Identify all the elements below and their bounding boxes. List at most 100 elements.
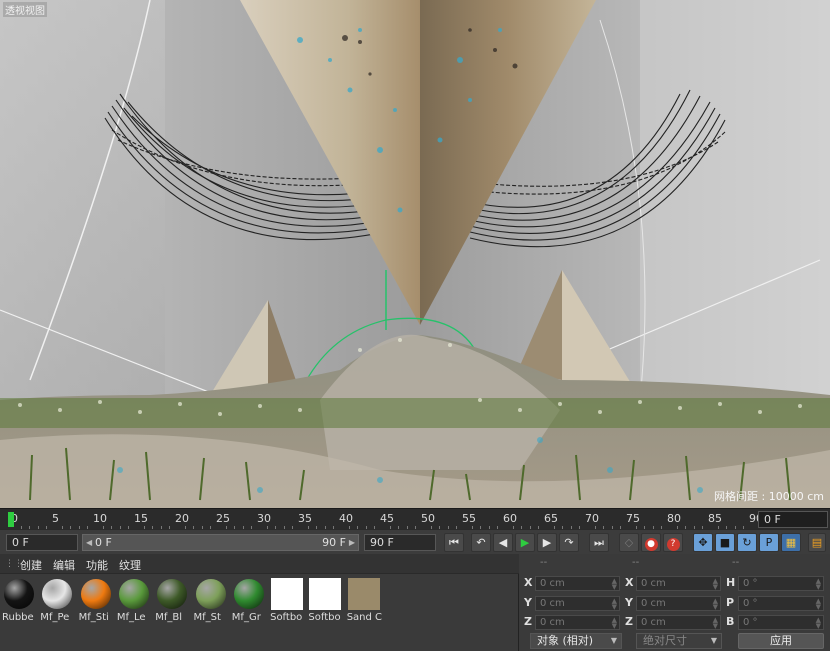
stepper-icon[interactable]: ▲ ▼ (713, 598, 718, 611)
rot-p-field[interactable]: 0 ° ▲ ▼ (738, 596, 824, 611)
rot-h-field[interactable]: 0 ° ▲ ▼ (738, 576, 824, 591)
pos-y-field[interactable]: 0 cm ▲ ▼ (535, 596, 620, 611)
next-frame-button[interactable]: ▶ (537, 533, 557, 552)
menu-create[interactable]: 创建 (20, 557, 42, 573)
pos-x-field[interactable]: 0 cm ▲ ▼ (535, 576, 620, 591)
range-right-arrow-icon[interactable]: ▶ (349, 535, 355, 550)
timeline-tick-label: 65 (544, 512, 558, 525)
record-icon: ● (644, 538, 658, 551)
move-icon: ✥ (698, 536, 708, 549)
timeline-tick-label: 60 (503, 512, 517, 525)
rot-b-field[interactable]: 0 ° ▲ ▼ (738, 615, 824, 630)
start-frame-field[interactable]: 0 F (6, 534, 78, 551)
material-name[interactable]: Sand C (347, 612, 385, 623)
stepper-icon[interactable]: ▲ ▼ (816, 617, 821, 630)
pos-z-value: 0 cm (540, 617, 565, 628)
go-to-start-button[interactable]: ⏮ (444, 533, 464, 552)
stepper-icon[interactable]: ▲ ▼ (612, 578, 617, 591)
current-frame-field[interactable]: 0 F (758, 511, 828, 528)
auto-key-button[interactable]: ? (663, 533, 683, 552)
size-z-value: 0 cm (641, 617, 666, 628)
previous-key-icon: ↶ (476, 536, 486, 549)
scale-key-button[interactable]: ■ (715, 533, 735, 552)
rot-p-label: P (726, 596, 735, 609)
material-name[interactable]: Mf_Gr (232, 612, 270, 623)
timeline-button[interactable]: ▤ (808, 533, 826, 552)
grid-spacing-label: 网格间距 : 10000 cm (714, 490, 824, 503)
material-name[interactable]: Mf_Pe (40, 612, 78, 623)
next-key-button[interactable]: ↷ (559, 533, 579, 552)
size-y-value: 0 cm (641, 598, 666, 609)
rotate-key-button[interactable]: ↻ (737, 533, 757, 552)
timeline-tick-label: 50 (421, 512, 435, 525)
material-name[interactable]: Softbo (270, 612, 308, 623)
skip-start-icon: ⏮ (449, 536, 459, 549)
material-swatch[interactable] (194, 577, 228, 611)
material-name[interactable]: Mf_Sti (79, 612, 117, 623)
pla-key-button[interactable]: ▦ (781, 533, 801, 552)
material-swatch[interactable] (2, 577, 36, 611)
timeline-tick-label: 20 (175, 512, 189, 525)
material-swatch[interactable] (308, 577, 342, 611)
coordinate-mode-dropdown[interactable]: 对象 (相对) ▼ (530, 633, 622, 649)
material-preview (233, 579, 264, 609)
viewport-title[interactable]: 透视视图 (3, 2, 47, 17)
rot-h-label: H (726, 576, 736, 589)
material-name[interactable]: Mf_Bl (155, 612, 193, 623)
menu-function[interactable]: 功能 (86, 557, 108, 573)
material-name[interactable]: Mf_St (194, 612, 232, 623)
move-key-button[interactable]: ✥ (693, 533, 713, 552)
size-y-field[interactable]: 0 cm ▲ ▼ (636, 596, 721, 611)
rot-b-label: B (726, 615, 735, 628)
stepper-icon[interactable]: ▲ ▼ (713, 617, 718, 630)
material-swatch[interactable] (40, 577, 74, 611)
stepper-icon[interactable]: ▲ ▼ (713, 578, 718, 591)
perspective-viewport[interactable]: 透视视图 网格间距 : 10000 cm (0, 0, 830, 508)
viewport-scene (0, 0, 830, 508)
menu-edit[interactable]: 编辑 (53, 557, 75, 573)
material-swatch[interactable] (270, 577, 304, 611)
previous-frame-button[interactable]: ◀ (493, 533, 513, 552)
stepper-icon[interactable]: ▲ ▼ (612, 617, 617, 630)
material-swatch[interactable] (117, 577, 151, 611)
timeline-tick-label: 30 (257, 512, 271, 525)
playhead-marker[interactable] (8, 512, 14, 527)
stepper-icon[interactable]: ▲ ▼ (816, 598, 821, 611)
material-preview (157, 579, 188, 609)
material-menu-bar: ⋮⋮ 创建 编辑 功能 纹理 (0, 554, 519, 574)
keyframe-button[interactable]: ◇ (619, 533, 639, 552)
material-name[interactable]: Mf_Le (117, 612, 155, 623)
material-swatch[interactable] (79, 577, 113, 611)
size-x-field[interactable]: 0 cm ▲ ▼ (636, 576, 721, 591)
grip-icon[interactable]: ⋮⋮ (5, 559, 23, 569)
timeline-ruler[interactable]: 0 5 10 15 20 25 30 35 40 45 50 55 60 65 70 75 80 85 90 0 F (0, 508, 830, 530)
play-icon: ▶ (520, 536, 530, 549)
timeline-tick-label: 40 (339, 512, 353, 525)
stepper-icon[interactable]: ▲ ▼ (816, 578, 821, 591)
material-swatch[interactable] (347, 577, 381, 611)
menu-texture[interactable]: 纹理 (119, 557, 141, 573)
param-key-button[interactable]: P (759, 533, 779, 552)
frame-range-slider[interactable]: ◀ 0 F 90 F ▶ (82, 534, 359, 551)
record-button[interactable]: ● (641, 533, 661, 552)
material-name[interactable]: Softbo (308, 612, 346, 623)
go-to-end-button[interactable]: ⏭ (589, 533, 609, 552)
timeline-track[interactable]: 0 5 10 15 20 25 30 35 40 45 50 55 60 65 70 75 80 85 90 (8, 509, 763, 530)
previous-key-button[interactable]: ↶ (471, 533, 491, 552)
material-swatch[interactable] (155, 577, 189, 611)
material-name[interactable]: Rubbe (2, 612, 40, 623)
material-preview (4, 579, 34, 609)
size-z-field[interactable]: 0 cm ▲ ▼ (636, 615, 721, 630)
cinema4d-window: 透视视图 网格间距 : 10000 cm 0 5 10 15 20 25 30 35 40 45 5… (0, 0, 830, 651)
size-mode-dropdown[interactable]: 绝对尺寸 ▼ (636, 633, 722, 649)
size-x-value: 0 cm (641, 578, 666, 589)
timeline-tick-label: 10 (93, 512, 107, 525)
skip-end-icon: ⏭ (594, 536, 604, 549)
stepper-icon[interactable]: ▲ ▼ (612, 598, 617, 611)
pos-z-field[interactable]: 0 cm ▲ ▼ (535, 615, 620, 630)
play-button[interactable]: ▶ (515, 533, 535, 552)
range-left-arrow-icon[interactable]: ◀ (86, 535, 92, 550)
material-swatch[interactable] (232, 577, 266, 611)
end-frame-field[interactable]: 90 F (364, 534, 436, 551)
apply-button[interactable]: 应用 (738, 633, 824, 649)
